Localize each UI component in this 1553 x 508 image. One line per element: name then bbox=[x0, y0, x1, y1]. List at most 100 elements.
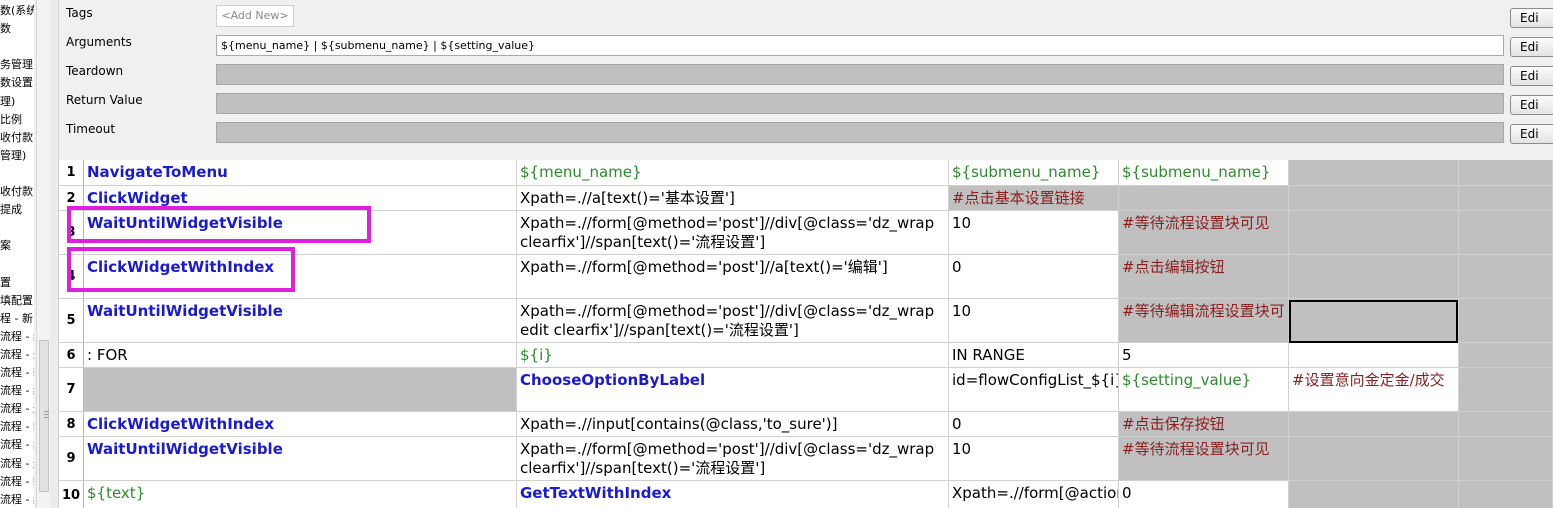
row-number[interactable]: 9 bbox=[59, 437, 84, 481]
table-cell[interactable]: : FOR bbox=[84, 343, 517, 368]
tags-edit-button[interactable]: Edi bbox=[1510, 8, 1553, 28]
row-number[interactable]: 5 bbox=[59, 299, 84, 343]
tree-item[interactable]: 流程 - 新 bbox=[0, 420, 34, 433]
table-cell[interactable]: #点击基本设置链接 bbox=[949, 186, 1119, 211]
return-value-field[interactable] bbox=[216, 93, 1504, 114]
arguments-field[interactable]: ${menu_name} | ${submenu_name} | ${setti… bbox=[216, 35, 1504, 56]
timeout-edit-button[interactable]: Edi bbox=[1510, 124, 1553, 144]
table-cell[interactable]: ClickWidgetWithIndex bbox=[84, 412, 517, 437]
table-cell[interactable] bbox=[1459, 211, 1553, 255]
tree-item[interactable]: 流程 - 编 bbox=[0, 330, 34, 343]
table-cell[interactable] bbox=[1459, 412, 1553, 437]
tree-item[interactable]: 管理) bbox=[0, 149, 26, 162]
table-cell[interactable]: 10 bbox=[949, 437, 1119, 481]
tree-item[interactable]: 流程 - 编 bbox=[0, 438, 34, 451]
table-cell[interactable]: Xpath=.//form[@method='post']//a[text()=… bbox=[517, 255, 949, 299]
table-cell[interactable] bbox=[1459, 299, 1553, 343]
teardown-field[interactable] bbox=[216, 64, 1504, 85]
selected-cell[interactable] bbox=[1289, 300, 1458, 343]
table-cell[interactable]: Xpath=.//a[text()='基本设置'] bbox=[517, 186, 949, 211]
tree-item[interactable]: 流程 - 删 bbox=[0, 457, 34, 470]
tree-item[interactable]: 流程 - 编 bbox=[0, 384, 34, 397]
table-cell[interactable]: #等待编辑流程设置块可 bbox=[1119, 299, 1289, 343]
table-cell[interactable]: Xpath=.//form[@method='post']//div[@clas… bbox=[517, 299, 949, 343]
table-cell[interactable]: 10 bbox=[949, 299, 1119, 343]
table-cell[interactable]: Xpath=.//form[@action bbox=[949, 481, 1119, 508]
table-cell[interactable]: Xpath=.//form[@method='post']//div[@clas… bbox=[517, 211, 949, 255]
row-number[interactable]: 6 bbox=[59, 343, 84, 368]
tree-item[interactable]: 数设置 bbox=[0, 76, 33, 89]
table-cell[interactable] bbox=[84, 368, 517, 412]
table-cell[interactable] bbox=[1289, 481, 1459, 508]
table-cell[interactable]: id=flowConfigList_${i}_ bbox=[949, 368, 1119, 412]
table-cell[interactable]: 0 bbox=[949, 412, 1119, 437]
tree-item[interactable]: 数(系统 bbox=[0, 4, 34, 17]
tree-item[interactable]: 案 bbox=[0, 239, 11, 252]
row-number[interactable]: 10 bbox=[59, 481, 84, 508]
row-number[interactable]: 8 bbox=[59, 412, 84, 437]
table-cell[interactable] bbox=[1289, 160, 1459, 186]
tree-item[interactable]: 填配置 bbox=[0, 294, 33, 307]
row-number[interactable]: 7 bbox=[59, 368, 84, 412]
tree-item[interactable]: 提成 bbox=[0, 203, 22, 216]
table-cell[interactable]: ${i} bbox=[517, 343, 949, 368]
tree-item[interactable]: 流程 - 编 bbox=[0, 493, 34, 506]
table-cell[interactable]: ${submenu_name} bbox=[949, 160, 1119, 186]
table-cell[interactable]: ${menu_name} bbox=[517, 160, 949, 186]
tree-item[interactable]: 程 - 新 bbox=[0, 312, 33, 325]
table-cell[interactable] bbox=[1289, 437, 1459, 481]
panel-splitter[interactable] bbox=[50, 0, 59, 508]
table-cell[interactable]: ChooseOptionByLabel bbox=[517, 368, 949, 412]
tree-scrollbar-thumb[interactable] bbox=[39, 340, 49, 492]
table-cell[interactable] bbox=[1459, 255, 1553, 299]
tree-item[interactable]: 比例 bbox=[0, 113, 22, 126]
table-cell[interactable]: ${submenu_name} bbox=[1119, 160, 1289, 186]
table-cell[interactable]: 10 bbox=[949, 211, 1119, 255]
table-cell[interactable]: 0 bbox=[949, 255, 1119, 299]
test-tree-panel[interactable]: 数(系统数务管理 数设置 理) 比例 收付款 管理) 收付款 提成案置填配置程 - 新流程 -… bbox=[0, 0, 34, 508]
tree-item[interactable]: 收付款 bbox=[0, 185, 33, 198]
table-cell[interactable]: WaitUntilWidgetVisible bbox=[84, 299, 517, 343]
return-value-edit-button[interactable]: Edi bbox=[1510, 95, 1553, 115]
tree-item[interactable]: 收付款 bbox=[0, 131, 33, 144]
timeout-field[interactable] bbox=[216, 122, 1504, 143]
row-number[interactable]: 1 bbox=[59, 160, 84, 186]
table-cell[interactable]: #点击编辑按钮 bbox=[1119, 255, 1289, 299]
tree-item[interactable]: 流程 - 新 bbox=[0, 475, 34, 488]
tree-scrollbar[interactable] bbox=[36, 0, 51, 508]
table-cell[interactable]: #点击保存按钮 bbox=[1119, 412, 1289, 437]
table-cell[interactable] bbox=[1119, 186, 1289, 211]
teardown-edit-button[interactable]: Edi bbox=[1510, 66, 1553, 86]
table-cell[interactable]: 0 bbox=[1119, 481, 1289, 508]
table-cell[interactable] bbox=[1459, 368, 1553, 412]
table-cell[interactable] bbox=[1289, 255, 1459, 299]
table-cell[interactable]: WaitUntilWidgetVisible bbox=[84, 437, 517, 481]
table-cell[interactable] bbox=[1459, 481, 1553, 508]
tree-item[interactable]: 流程 - 删 bbox=[0, 348, 34, 361]
tags-add-new-field[interactable]: <Add New> bbox=[216, 5, 294, 27]
table-cell[interactable] bbox=[1289, 412, 1459, 437]
arguments-edit-button[interactable]: Edi bbox=[1510, 37, 1553, 57]
table-cell[interactable]: IN RANGE bbox=[949, 343, 1119, 368]
tree-item[interactable]: 理) bbox=[0, 95, 15, 108]
table-cell[interactable]: Xpath=.//form[@method='post']//div[@clas… bbox=[517, 437, 949, 481]
table-cell[interactable]: GetTextWithIndex bbox=[517, 481, 949, 508]
tree-item[interactable]: 置 bbox=[0, 276, 11, 289]
table-cell[interactable]: ${text} bbox=[84, 481, 517, 508]
table-cell[interactable]: #设置意向金定金/成交 bbox=[1289, 368, 1459, 412]
table-cell[interactable] bbox=[1459, 343, 1553, 368]
table-cell[interactable] bbox=[1459, 437, 1553, 481]
table-cell[interactable]: #等待流程设置块可见 bbox=[1119, 211, 1289, 255]
table-cell[interactable] bbox=[1459, 160, 1553, 186]
table-cell[interactable]: 5 bbox=[1119, 343, 1289, 368]
tree-item[interactable]: 流程 - 新 bbox=[0, 366, 34, 379]
tree-item[interactable]: 务管理 bbox=[0, 58, 33, 71]
table-cell[interactable]: ${setting_value} bbox=[1119, 368, 1289, 412]
table-cell[interactable]: Xpath=.//input[contains(@class,'to_sure'… bbox=[517, 412, 949, 437]
tree-item[interactable]: 流程 - 删 bbox=[0, 402, 34, 415]
table-cell[interactable]: NavigateToMenu bbox=[84, 160, 517, 186]
table-cell[interactable] bbox=[1289, 343, 1459, 368]
table-cell[interactable] bbox=[1289, 211, 1459, 255]
table-cell[interactable]: #等待流程设置块可见 bbox=[1119, 437, 1289, 481]
table-cell[interactable] bbox=[1289, 186, 1459, 211]
